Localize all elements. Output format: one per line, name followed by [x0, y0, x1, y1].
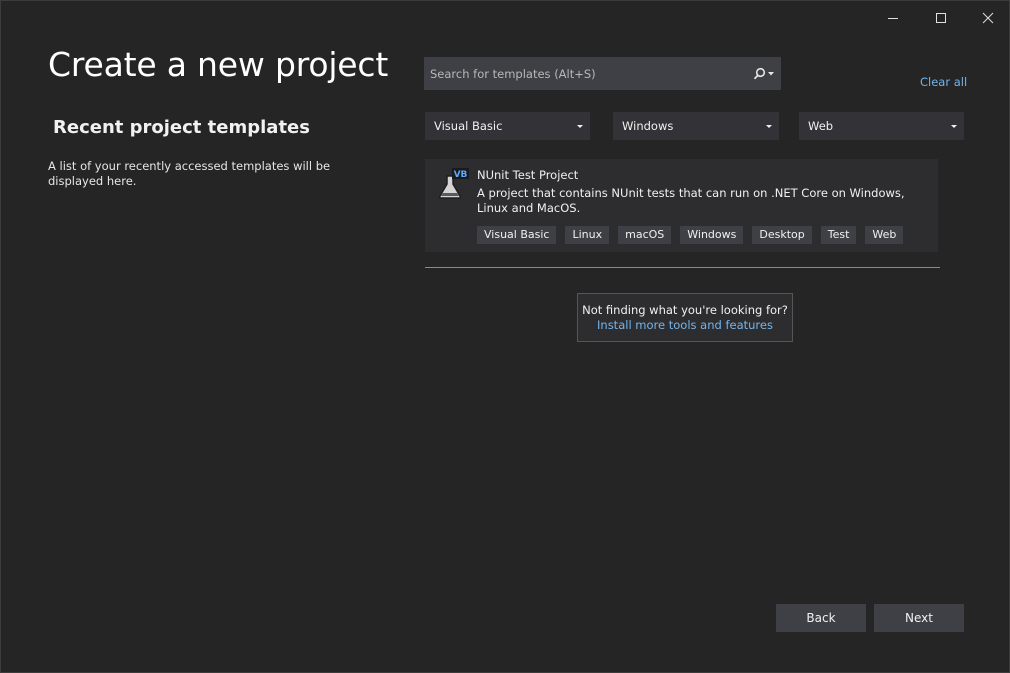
close-icon: [982, 12, 994, 24]
tag-linux: Linux: [565, 226, 610, 244]
search-input[interactable]: [425, 58, 746, 89]
language-filter-value: Visual Basic: [434, 119, 503, 133]
language-filter-dropdown[interactable]: Visual Basic: [425, 112, 590, 140]
project-type-filter-dropdown[interactable]: Web: [799, 112, 964, 140]
minimize-button[interactable]: [870, 1, 916, 35]
template-description: A project that contains NUnit tests that…: [477, 186, 905, 215]
tag-windows: Windows: [680, 226, 744, 244]
chevron-down-icon: [767, 71, 774, 75]
page-title: Create a new project: [48, 45, 389, 84]
search-icon: [753, 67, 765, 80]
minimize-icon: [888, 18, 898, 19]
template-item-nunit-test-project[interactable]: VB NUnit Test Project A project that con…: [425, 159, 938, 252]
tag-desktop: Desktop: [752, 226, 812, 244]
platform-filter-dropdown[interactable]: Windows: [613, 112, 779, 140]
install-more-tools-link[interactable]: Install more tools and features: [578, 318, 792, 333]
template-tags: Visual Basic Linux macOS Windows Desktop…: [477, 226, 904, 244]
tag-web: Web: [865, 226, 904, 244]
tag-visual-basic: Visual Basic: [477, 226, 557, 244]
maximize-icon: [936, 13, 946, 23]
chevron-down-icon: [766, 124, 772, 128]
results-divider: [425, 267, 940, 268]
search-options-button[interactable]: [746, 58, 780, 89]
create-project-dialog: Create a new project Recent project temp…: [0, 0, 1010, 673]
project-type-filter-value: Web: [808, 119, 834, 133]
back-button[interactable]: Back: [776, 604, 866, 632]
not-finding-text: Not finding what you're looking for?: [582, 303, 788, 317]
clear-all-link[interactable]: Clear all: [920, 75, 967, 89]
chevron-down-icon: [577, 124, 583, 128]
tag-test: Test: [820, 226, 857, 244]
template-search-box[interactable]: [424, 57, 781, 90]
recent-templates-description: A list of your recently accessed templat…: [48, 159, 331, 188]
recent-templates-heading: Recent project templates: [53, 117, 310, 138]
tag-macos: macOS: [618, 226, 672, 244]
chevron-down-icon: [951, 124, 957, 128]
close-button[interactable]: [965, 1, 1010, 35]
template-icon-badge: VB: [454, 170, 468, 180]
platform-filter-value: Windows: [622, 119, 674, 133]
vb-test-flask-icon: VB: [438, 168, 469, 199]
template-name: NUnit Test Project: [477, 168, 579, 182]
not-finding-box: Not finding what you're looking for? Ins…: [577, 293, 793, 342]
next-button[interactable]: Next: [874, 604, 964, 632]
maximize-button[interactable]: [918, 1, 964, 35]
